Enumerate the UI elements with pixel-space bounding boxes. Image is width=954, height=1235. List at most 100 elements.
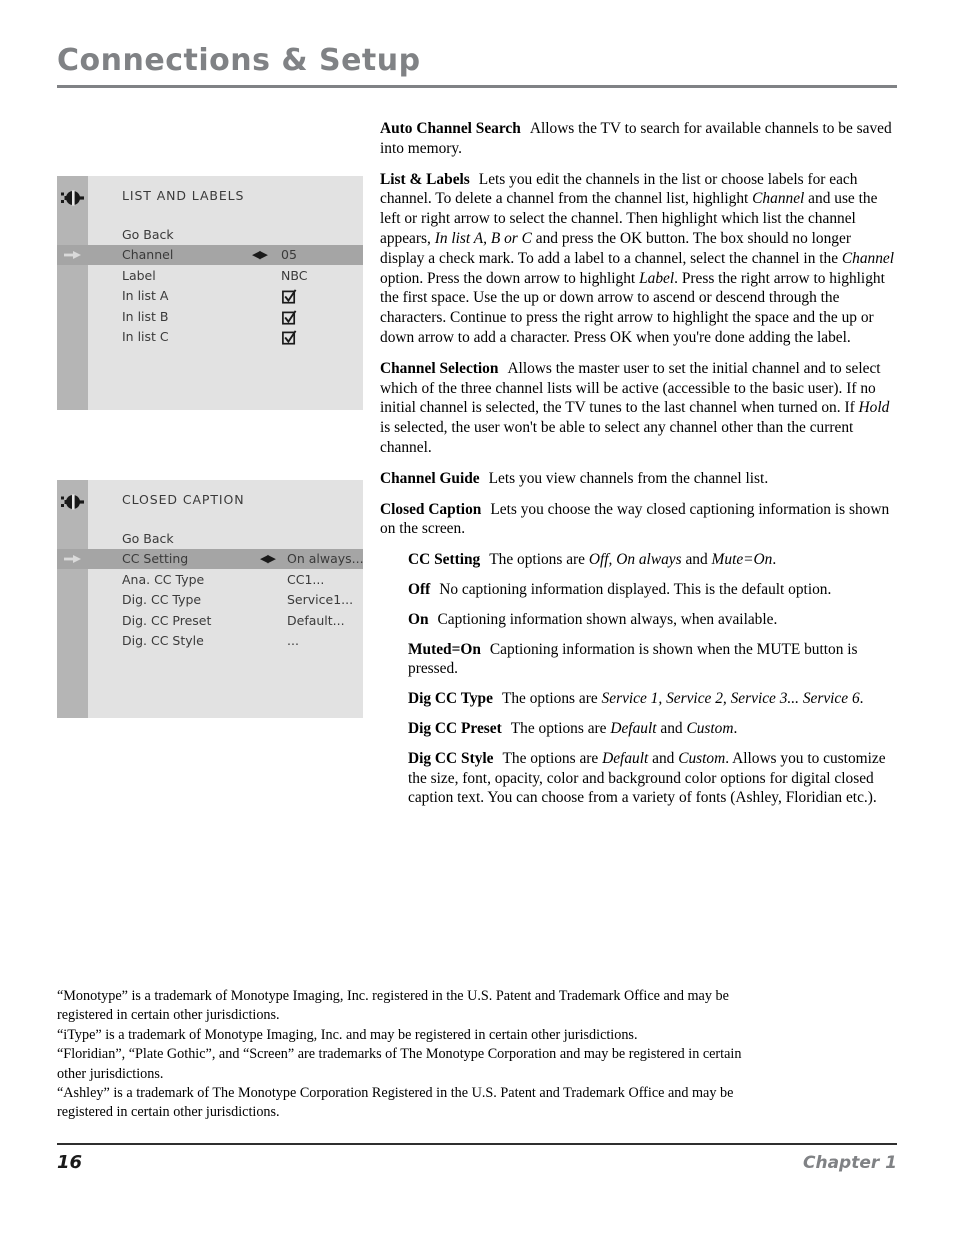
term-channel-guide: Channel Guide (380, 469, 480, 487)
osd-row-dig-cc-type[interactable]: Dig. CC Type Service1... (88, 590, 363, 611)
paragraph-channel-guide: Channel Guide Lets you view channels from… (380, 469, 897, 489)
emphasis-service-list: Service 1, Service 2, Service 3... Servi… (601, 690, 860, 708)
osd-cursor-arrow-icon (57, 548, 88, 569)
osd-row-label: In list C (122, 329, 169, 345)
emphasis-hold: Hold (858, 399, 890, 417)
left-right-arrows-icon[interactable]: ◀▶ (260, 552, 276, 565)
emphasis-channel: Channel (752, 190, 805, 208)
osd-row-label: In list B (122, 308, 169, 324)
osd-row-label: Go Back (122, 226, 174, 242)
osd-row-value: 05 (281, 247, 297, 263)
emphasis-in-list-abc: In list A, B or C (434, 229, 532, 247)
osd-row-cc-setting[interactable]: CC Setting ◀▶ On always... (88, 548, 364, 569)
paragraph-cc-off: Off No captioning information displayed. … (408, 580, 897, 600)
term-auto-channel-search: Auto Channel Search (380, 120, 521, 137)
osd-body: LIST AND LABELS Go Back Channel ◀▶ 05 La… (88, 176, 363, 410)
trademark-notices: “Monotype” is a trademark of Monotype Im… (57, 987, 757, 1123)
page-title: Connections & Setup (57, 43, 421, 78)
emphasis-channel: Channel (841, 249, 895, 267)
paragraph-cc-muted-on: Muted=On Captioning information is shown … (408, 640, 897, 680)
term-list-and-labels: List & Labels (380, 170, 470, 188)
text-segment: and (656, 719, 687, 737)
paragraph-cc-setting: CC Setting The options are Off, On always… (408, 550, 897, 570)
text-segment: The options are (510, 719, 611, 737)
osd-row-label: Channel (122, 247, 174, 263)
footer-divider (57, 1143, 897, 1145)
emphasis-default: Default (602, 749, 649, 767)
osd-row-in-list-c[interactable]: In list C (88, 327, 363, 348)
body-text-column: Auto Channel Search Allows the TV to sear… (380, 119, 897, 818)
page-number: 16 (57, 1152, 83, 1173)
footer-row: 16 Chapter 1 (57, 1152, 897, 1173)
connector-plug-icon (61, 188, 84, 208)
paragraph-channel-selection: Channel Selection Allows the master user … (380, 359, 897, 458)
text-segment: The options are (502, 749, 603, 767)
osd-row-ana-cc-type[interactable]: Ana. CC Type CC1... (88, 569, 363, 590)
osd-heading: CLOSED CAPTION (122, 492, 245, 507)
trademark-line-floridian: “Floridian”, “Plate Gothic”, and “Screen… (57, 1046, 742, 1082)
osd-row-value: NBC (281, 267, 308, 283)
osd-row-label: Ana. CC Type (122, 571, 205, 587)
osd-row-value: CC1... (287, 571, 325, 587)
checkbox-checked-icon[interactable] (282, 310, 297, 325)
osd-heading: LIST AND LABELS (122, 188, 245, 203)
text-segment: . (859, 690, 864, 708)
text-segment: and (681, 551, 712, 569)
osd-row-label[interactable]: Label NBC (88, 265, 363, 286)
paragraph-dig-cc-preset: Dig CC Preset The options are Default and… (408, 719, 897, 739)
osd-rail (57, 480, 88, 718)
checkbox-checked-icon[interactable] (282, 289, 297, 304)
text-segment: and (648, 749, 679, 767)
osd-row-value: Service1... (287, 592, 354, 608)
term-cc-off: Off (408, 580, 431, 598)
emphasis-default: Default (610, 719, 657, 737)
osd-rail (57, 176, 88, 410)
osd-row-go-back[interactable]: Go Back (88, 528, 363, 549)
term-cc-muted-on: Muted=On (408, 640, 481, 658)
paragraph-auto-channel-search: Auto Channel Search Allows the TV to sear… (380, 119, 897, 159)
trademark-line-monotype: “Monotype” is a trademark of Monotype Im… (57, 988, 729, 1024)
page-footer: 16 Chapter 1 (57, 1143, 897, 1173)
osd-row-dig-cc-style[interactable]: Dig. CC Style ... (88, 631, 363, 652)
paragraph-cc-on: On Captioning information shown always, w… (408, 610, 897, 630)
osd-menu-list-and-labels: LIST AND LABELS Go Back Channel ◀▶ 05 La… (57, 176, 363, 410)
term-dig-cc-style: Dig CC Style (408, 749, 494, 767)
left-right-arrows-icon[interactable]: ◀▶ (252, 248, 268, 261)
paragraph-list-and-labels: List & Labels Lets you edit the channels … (380, 170, 897, 348)
term-closed-caption: Closed Caption (380, 500, 482, 518)
osd-row-dig-cc-preset[interactable]: Dig. CC Preset Default... (88, 610, 363, 631)
osd-row-value: ... (287, 633, 299, 649)
osd-row-value: Default... (287, 612, 345, 628)
chapter-label: Chapter 1 (802, 1153, 897, 1173)
osd-row-go-back[interactable]: Go Back (88, 224, 363, 245)
term-dig-cc-type: Dig CC Type (408, 690, 493, 708)
header-divider (57, 84, 897, 88)
osd-row-label: Dig. CC Type (122, 592, 202, 608)
osd-cursor-arrow-icon (57, 244, 88, 265)
emphasis-label: Label (639, 269, 675, 287)
term-cc-on: On (408, 610, 429, 628)
text-segment: option. Press the down arrow to highligh… (380, 269, 640, 287)
emphasis-custom: Custom (686, 719, 734, 737)
text-segment: . (772, 551, 777, 569)
page-header: Connections & Setup (57, 43, 897, 88)
osd-row-in-list-a[interactable]: In list A (88, 286, 363, 307)
osd-body: CLOSED CAPTION Go Back CC Setting ◀▶ On … (88, 480, 364, 718)
term-channel-selection: Channel Selection (380, 359, 499, 377)
text-cc-off: No captioning information displayed. Thi… (439, 580, 832, 598)
emphasis-custom: Custom (678, 749, 726, 767)
connector-plug-icon (61, 492, 84, 512)
osd-row-in-list-b[interactable]: In list B (88, 306, 363, 327)
osd-row-label: Label (122, 267, 156, 283)
text-segment: The options are (489, 551, 589, 569)
osd-row-label: Dig. CC Preset (122, 612, 212, 628)
osd-row-channel[interactable]: Channel ◀▶ 05 (88, 244, 363, 265)
osd-row-label: CC Setting (122, 551, 189, 567)
emphasis-mute-on: Mute=On (711, 551, 773, 569)
emphasis-off-on-always: Off, On always (588, 551, 682, 569)
osd-row-list: Go Back Channel ◀▶ 05 Label NBC In list … (88, 224, 363, 347)
term-cc-setting: CC Setting (408, 551, 481, 569)
text-channel-guide: Lets you view channels from the channel … (488, 469, 769, 487)
osd-row-label: Go Back (122, 530, 174, 546)
checkbox-checked-icon[interactable] (282, 330, 297, 345)
